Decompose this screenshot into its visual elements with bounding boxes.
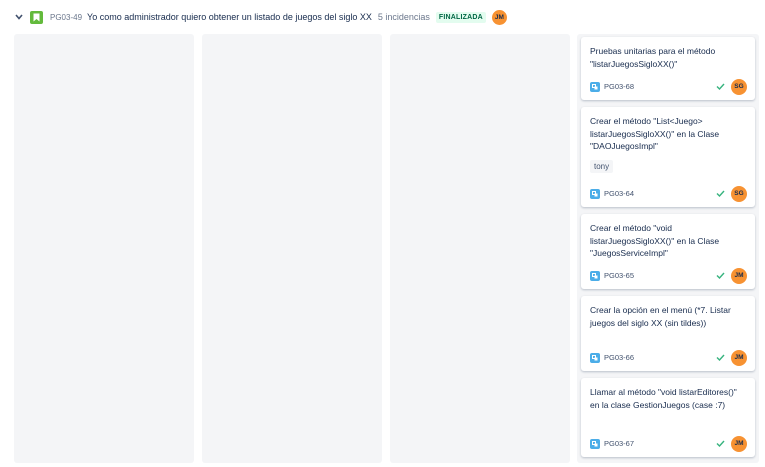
subtask-icon bbox=[590, 352, 600, 363]
avatar[interactable]: SG bbox=[731, 78, 747, 95]
issue-card[interactable]: Llamar al método "void listarEditores()"… bbox=[581, 378, 755, 457]
bookmark-icon bbox=[30, 10, 43, 24]
check-icon bbox=[716, 189, 726, 199]
column-3 bbox=[390, 34, 570, 463]
column-2 bbox=[202, 34, 382, 463]
check-icon bbox=[716, 439, 726, 449]
avatar[interactable]: JM bbox=[491, 9, 507, 25]
avatar[interactable]: JM bbox=[731, 267, 747, 284]
issue-card[interactable]: Crear la opción en el menú (*7. Listar j… bbox=[581, 296, 755, 371]
issue-card[interactable]: Crear el método "List<Juego> listarJuego… bbox=[581, 107, 755, 207]
subtask-icon bbox=[590, 81, 600, 92]
card-title: Crear el método "void listarJuegosSigloX… bbox=[590, 223, 720, 258]
check-icon bbox=[716, 82, 726, 92]
card-title: Crear la opción en el menú (*7. Listar j… bbox=[590, 305, 731, 328]
avatar[interactable]: SG bbox=[731, 185, 747, 202]
card-key[interactable]: PG03-68 bbox=[604, 82, 716, 91]
card-label: tony bbox=[590, 159, 614, 173]
card-title: Pruebas unitarias para el método "listar… bbox=[590, 46, 716, 69]
issue-card[interactable]: Crear el método "void listarJuegosSigloX… bbox=[581, 214, 755, 289]
card-key[interactable]: PG03-66 bbox=[604, 353, 716, 362]
card-key[interactable]: PG03-67 bbox=[604, 439, 716, 448]
avatar[interactable]: JM bbox=[731, 435, 747, 452]
check-icon bbox=[716, 353, 726, 363]
card-title: Llamar al método "void listarEditores()"… bbox=[590, 387, 737, 410]
card-title: Crear el método "List<Juego> listarJuego… bbox=[590, 116, 720, 151]
chevron-down-icon[interactable] bbox=[14, 12, 24, 22]
column-1 bbox=[14, 34, 194, 463]
card-key[interactable]: PG03-64 bbox=[604, 189, 716, 198]
status-badge: FINALIZADA bbox=[435, 11, 486, 23]
swimlane-header[interactable]: PG03-49 Yo como administrador quiero obt… bbox=[0, 0, 765, 34]
avatar[interactable]: JM bbox=[731, 349, 747, 366]
story-key[interactable]: PG03-49 bbox=[50, 13, 82, 22]
subtask-icon bbox=[590, 188, 600, 199]
card-key[interactable]: PG03-65 bbox=[604, 271, 716, 280]
subtask-icon bbox=[590, 438, 600, 449]
story-summary[interactable]: Yo como administrador quiero obtener un … bbox=[87, 12, 372, 22]
issue-count: 5 incidencias bbox=[377, 12, 430, 22]
check-icon bbox=[716, 271, 726, 281]
issue-card[interactable]: Pruebas unitarias para el método "listar… bbox=[581, 37, 755, 100]
subtask-icon bbox=[590, 270, 600, 281]
